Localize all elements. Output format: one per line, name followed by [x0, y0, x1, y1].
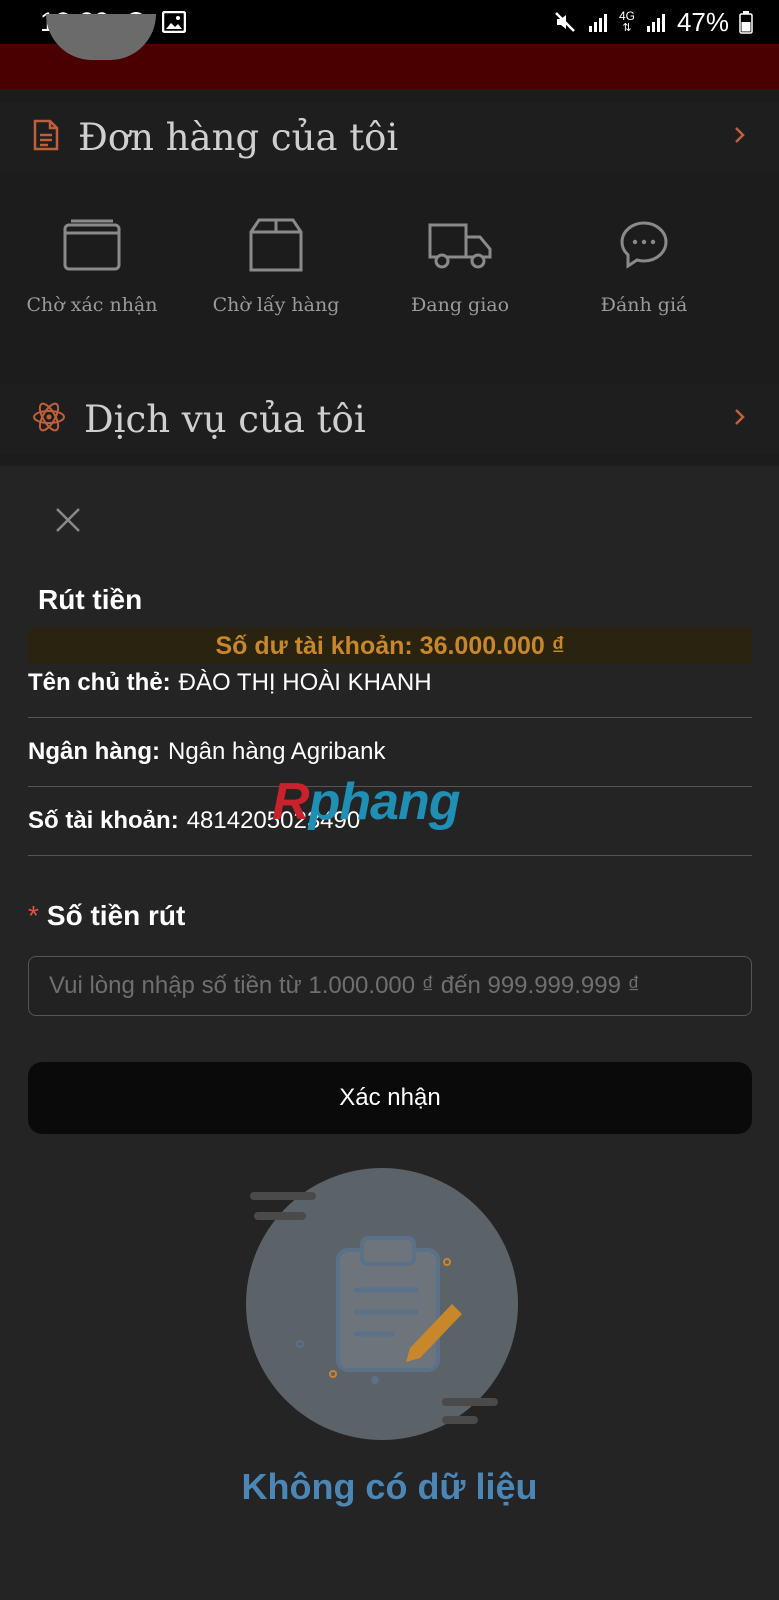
my-orders-row[interactable]: Đơn hàng của tôi — [0, 102, 779, 172]
chat-icon — [619, 210, 669, 280]
card-holder-value: ĐÀO THỊ HOÀI KHANH — [178, 668, 432, 696]
withdraw-sheet: Rút tiền Số dư tài khoản: 36.000.000 ₫ T… — [0, 466, 779, 1600]
mute-icon — [553, 10, 577, 34]
network-label: 4G — [618, 9, 635, 23]
chevron-right-icon — [733, 125, 747, 150]
order-status-shipping[interactable]: Đang giao — [368, 210, 552, 340]
watermark-part-a: R — [272, 773, 310, 831]
watermark-logo: Rphang — [272, 772, 461, 832]
document-icon — [32, 119, 60, 156]
order-status-label: Chờ lấy hàng — [212, 294, 340, 316]
my-services-row[interactable]: Dịch vụ của tôi — [0, 384, 779, 454]
battery-percent: 47% — [676, 6, 729, 37]
bank-label: Ngân hàng: — [28, 737, 160, 765]
battery-icon — [739, 10, 753, 34]
order-status-pending-pickup[interactable]: Chờ lấy hàng — [184, 210, 368, 340]
gallery-icon — [162, 11, 187, 33]
amount-label-text: Số tiền rút — [46, 900, 186, 931]
empty-clipboard-illustration — [240, 1166, 540, 1456]
chevron-right-icon — [733, 407, 747, 432]
atom-icon — [32, 400, 66, 439]
truck-icon — [428, 210, 492, 280]
order-status-label: Đang giao — [410, 294, 510, 316]
amount-label: * Số tiền rút — [28, 900, 185, 932]
network-4g-icon: 4G ⇅ — [618, 9, 635, 34]
card-holder-label: Tên chủ thẻ: — [28, 668, 171, 696]
order-status-review[interactable]: Đánh giá — [552, 210, 736, 340]
amount-input[interactable] — [28, 956, 752, 1016]
order-status-pending-confirm[interactable]: Chờ xác nhận — [0, 210, 184, 340]
box-icon — [247, 210, 305, 280]
account-number-label: Số tài khoản: — [28, 806, 179, 834]
close-icon[interactable] — [52, 504, 84, 536]
order-status-label: Chờ xác nhận — [26, 294, 158, 316]
card-holder-row: Tên chủ thẻ: ĐÀO THỊ HOÀI KHANH — [28, 648, 752, 718]
bank-value: Ngân hàng Agribank — [168, 737, 386, 765]
my-services-title: Dịch vụ của tôi — [84, 397, 366, 441]
order-status-list: Chờ xác nhận Chờ lấy hàng Đang giao Đánh… — [0, 210, 779, 340]
confirm-button[interactable]: Xác nhận — [28, 1062, 752, 1134]
sheet-title: Rút tiền — [38, 584, 143, 615]
signal-icon — [587, 11, 609, 33]
watermark-part-b: phang — [308, 773, 461, 831]
empty-state-text: Không có dữ liệu — [241, 1466, 538, 1507]
required-mark: * — [28, 900, 39, 931]
order-status-label: Đánh giá — [600, 294, 688, 316]
background-page: Đơn hàng của tôi Chờ xác nhận Chờ lấy hà… — [0, 14, 779, 466]
signal-icon-2 — [645, 11, 667, 33]
wallet-icon — [63, 210, 121, 280]
my-orders-title: Đơn hàng của tôi — [78, 115, 399, 159]
